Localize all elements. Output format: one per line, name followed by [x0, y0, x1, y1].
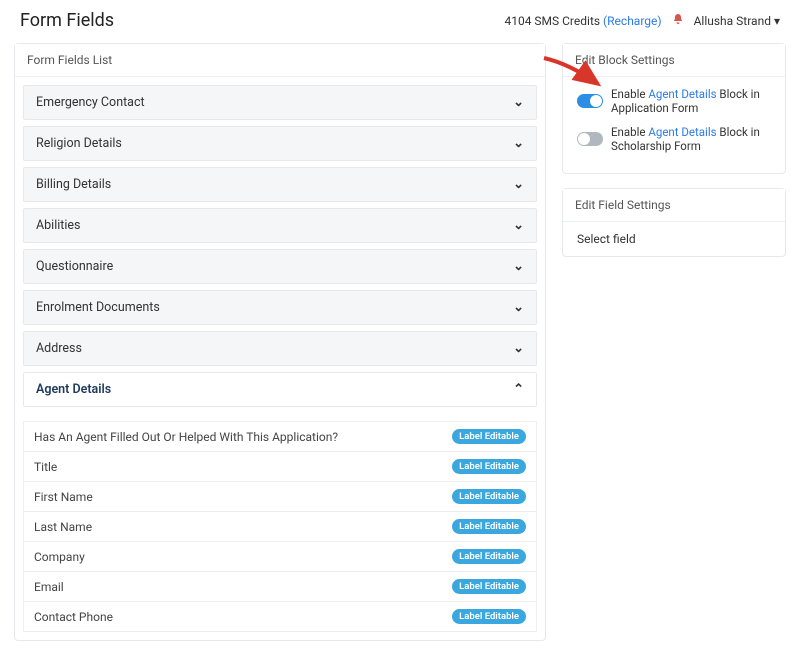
field-label: Title: [34, 460, 57, 474]
field-label: Company: [34, 550, 85, 564]
recharge-link[interactable]: (Recharge): [603, 14, 662, 28]
label-editable-badge: Label Editable: [452, 579, 526, 594]
label-editable-badge: Label Editable: [452, 459, 526, 474]
accordion-label: Enrolment Documents: [36, 300, 160, 315]
edit-field-settings-header: Edit Field Settings: [563, 189, 785, 222]
agent-details-link[interactable]: Agent Details: [648, 87, 716, 101]
toggle-label: Enable Agent Details Block in Applicatio…: [611, 87, 771, 115]
field-row[interactable]: Has An Agent Filled Out Or Helped With T…: [23, 421, 537, 452]
chevron-up-icon: ⌃: [513, 382, 524, 397]
toggle-switch[interactable]: [577, 132, 603, 146]
form-fields-panel: Form Fields List Emergency Contact⌄Relig…: [14, 43, 546, 641]
chevron-down-icon: ⌄: [513, 95, 524, 110]
chevron-down-icon: ⌄: [513, 259, 524, 274]
accordion-label: Abilities: [36, 218, 81, 233]
select-field-placeholder[interactable]: Select field: [577, 232, 771, 246]
label-editable-badge: Label Editable: [452, 519, 526, 534]
field-row[interactable]: Contact Phone Label Editable: [23, 602, 537, 632]
accordion-label: Address: [36, 341, 82, 356]
accordion-item-agent-details[interactable]: Agent Details ⌃: [23, 372, 537, 407]
user-menu[interactable]: Allusha Strand ▾: [694, 14, 780, 28]
accordion-label: Emergency Contact: [36, 95, 145, 110]
sms-credits: 4104 SMS Credits (Recharge): [504, 14, 661, 28]
accordion-label: Billing Details: [36, 177, 111, 192]
field-label: Email: [34, 580, 64, 594]
field-list: Has An Agent Filled Out Or Helped With T…: [15, 421, 545, 640]
label-editable-badge: Label Editable: [452, 549, 526, 564]
field-row[interactable]: Company Label Editable: [23, 542, 537, 572]
header-right: 4104 SMS Credits (Recharge) Allusha Stra…: [504, 13, 780, 29]
accordion-label: Questionnaire: [36, 259, 113, 274]
edit-block-settings-panel: Edit Block Settings Enable Agent Details…: [562, 43, 786, 174]
accordion-label: Religion Details: [36, 136, 122, 151]
caret-down-icon: ▾: [774, 14, 780, 28]
label-editable-badge: Label Editable: [452, 489, 526, 504]
block-toggles: Enable Agent Details Block in Applicatio…: [563, 77, 785, 173]
field-label: Last Name: [34, 520, 92, 534]
accordion-list: Emergency Contact⌄Religion Details⌄Billi…: [15, 77, 545, 421]
chevron-down-icon: ⌄: [513, 300, 524, 315]
accordion-item-questionnaire[interactable]: Questionnaire ⌄: [23, 249, 537, 284]
accordion-item-address[interactable]: Address ⌄: [23, 331, 537, 366]
chevron-down-icon: ⌄: [513, 341, 524, 356]
block-toggle-row: Enable Agent Details Block in Scholarshi…: [577, 125, 771, 153]
field-label: Contact Phone: [34, 610, 113, 624]
label-editable-badge: Label Editable: [452, 429, 526, 444]
chevron-down-icon: ⌄: [513, 177, 524, 192]
label-editable-badge: Label Editable: [452, 609, 526, 624]
field-row[interactable]: Title Label Editable: [23, 452, 537, 482]
block-toggle-row: Enable Agent Details Block in Applicatio…: [577, 87, 771, 115]
notification-bell-icon[interactable]: [672, 13, 684, 29]
edit-field-settings-panel: Edit Field Settings Select field: [562, 188, 786, 257]
accordion-label: Agent Details: [36, 382, 111, 397]
chevron-down-icon: ⌄: [513, 136, 524, 151]
agent-details-link[interactable]: Agent Details: [648, 125, 716, 139]
field-label: Has An Agent Filled Out Or Helped With T…: [34, 430, 338, 444]
page-title: Form Fields: [20, 10, 114, 31]
field-row[interactable]: Email Label Editable: [23, 572, 537, 602]
edit-block-settings-header: Edit Block Settings: [563, 44, 785, 77]
toggle-switch[interactable]: [577, 94, 603, 108]
accordion-item-religion-details[interactable]: Religion Details ⌄: [23, 126, 537, 161]
accordion-item-billing-details[interactable]: Billing Details ⌄: [23, 167, 537, 202]
toggle-label: Enable Agent Details Block in Scholarshi…: [611, 125, 771, 153]
chevron-down-icon: ⌄: [513, 218, 524, 233]
accordion-item-enrolment-documents[interactable]: Enrolment Documents ⌄: [23, 290, 537, 325]
accordion-item-emergency-contact[interactable]: Emergency Contact ⌄: [23, 85, 537, 120]
field-label: First Name: [34, 490, 93, 504]
page-header: Form Fields 4104 SMS Credits (Recharge) …: [0, 0, 800, 43]
field-row[interactable]: Last Name Label Editable: [23, 512, 537, 542]
accordion-item-abilities[interactable]: Abilities ⌄: [23, 208, 537, 243]
form-fields-list-header: Form Fields List: [15, 44, 545, 77]
field-row[interactable]: First Name Label Editable: [23, 482, 537, 512]
